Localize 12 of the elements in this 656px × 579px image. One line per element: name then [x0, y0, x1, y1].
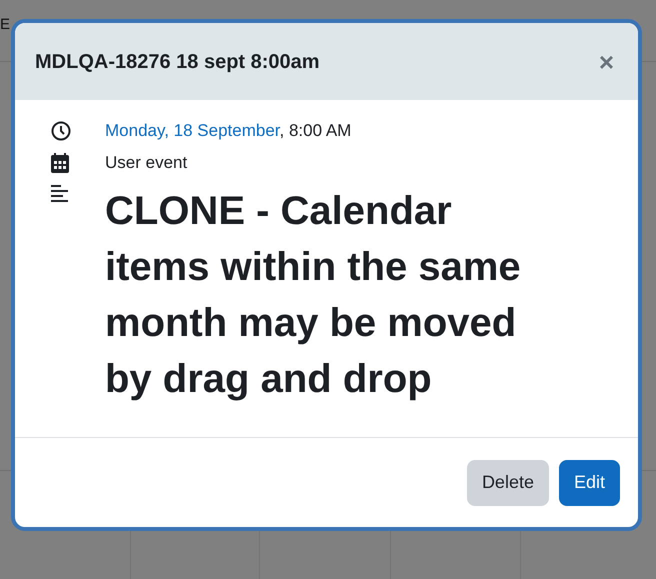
- event-date: Monday, 18 September, 8:00 AM: [105, 120, 352, 142]
- event-type: User event: [105, 152, 188, 174]
- event-description: CLONE - Calendar items within the same month may be moved by drag and drop: [105, 188, 522, 403]
- background-text: E: [0, 15, 10, 35]
- calendar-icon: [51, 153, 69, 173]
- edit-button[interactable]: Edit: [558, 460, 620, 506]
- date-link[interactable]: Monday, 18 September: [105, 121, 280, 140]
- clock-icon: [51, 121, 71, 141]
- close-button[interactable]: ×: [598, 48, 614, 74]
- modal-title: MDLQA-18276 18 sept 8:00am: [35, 50, 320, 74]
- text-align-icon: [51, 185, 69, 202]
- delete-button[interactable]: Delete: [466, 460, 549, 506]
